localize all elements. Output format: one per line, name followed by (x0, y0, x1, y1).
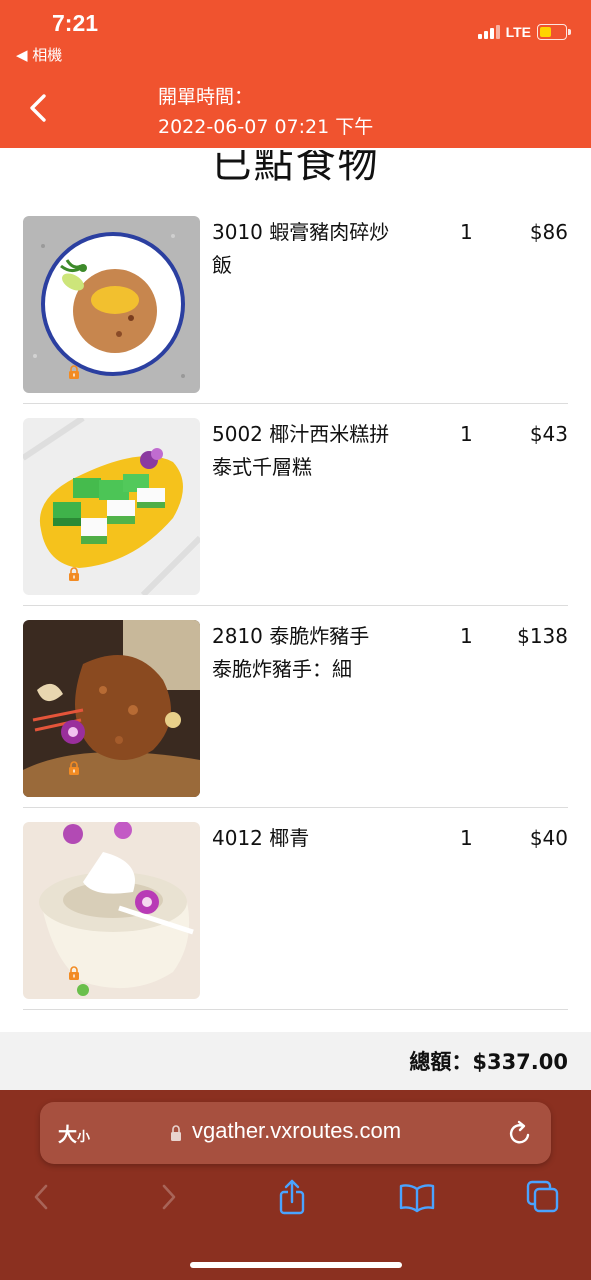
lock-icon (69, 567, 79, 581)
item-price: $40 (529, 826, 568, 850)
section-title: 已點食物 (0, 150, 591, 194)
item-name-line: 泰式千層糕 (212, 455, 312, 479)
item-name-line: 3010 蝦膏豬肉碎炒 (212, 220, 390, 244)
order-open-time-label: 開單時間： (158, 86, 254, 108)
order-open-time-value: 2022-06-07 07:21 下午 (158, 116, 374, 138)
item-name-line: 泰脆炸豬手：細 (212, 657, 352, 681)
order-total: 總額：$337.00 (409, 1050, 568, 1074)
browser-toolbar: 大小 vgather.vxroutes.com (0, 1090, 591, 1280)
item-name: 4012 椰青 (212, 822, 418, 855)
item-price: $43 (529, 422, 568, 446)
item-name-line: 2810 泰脆炸豬手 (212, 624, 370, 648)
item-quantity: 1 (460, 422, 473, 446)
network-type: LTE (505, 24, 531, 40)
book-icon[interactable] (398, 1178, 436, 1216)
back-arrow-icon[interactable] (22, 1178, 60, 1216)
layer-cake-photo (23, 418, 200, 595)
item-name: 5002 椰汁西米糕拼 泰式千層糕 (212, 418, 418, 484)
item-quantity: 1 (460, 220, 473, 244)
coconut-photo (23, 822, 200, 999)
lock-icon (171, 1125, 181, 1141)
lock-icon (69, 365, 79, 379)
list-item[interactable]: 4012 椰青 1 $40 (23, 808, 568, 1010)
item-name: 2810 泰脆炸豬手 泰脆炸豬手：細 (212, 620, 418, 686)
item-price: $138 (517, 624, 568, 648)
item-quantity: 1 (460, 826, 473, 850)
fried-rice-photo (23, 216, 200, 393)
status-time: 7:21 (52, 10, 99, 36)
pork-knuckle-photo (23, 620, 200, 797)
total-bar: 總額：$337.00 (0, 1032, 591, 1090)
item-name-line: 4012 椰青 (212, 826, 310, 850)
url-text[interactable]: vgather.vxroutes.com (192, 1118, 401, 1144)
tabs-icon[interactable] (524, 1178, 562, 1216)
list-item[interactable]: 2810 泰脆炸豬手 泰脆炸豬手：細 1 $138 (23, 606, 568, 808)
ordered-items-list: 3010 蝦膏豬肉碎炒 飯 1 $86 5002 椰汁西米糕拼 泰式千層糕 1 … (23, 202, 568, 1010)
lock-icon (69, 966, 79, 980)
forward-arrow-icon[interactable] (150, 1178, 188, 1216)
address-bar[interactable]: 大小 vgather.vxroutes.com (40, 1102, 551, 1164)
chevron-left-icon[interactable] (26, 88, 54, 128)
item-name-line: 飯 (212, 253, 232, 277)
item-name: 3010 蝦膏豬肉碎炒 飯 (212, 216, 418, 282)
item-price: $86 (529, 220, 568, 244)
text-size-button[interactable]: 大小 (58, 1120, 90, 1147)
battery-icon (537, 24, 571, 40)
text-size-big: 大 (58, 1124, 78, 1146)
reload-icon[interactable] (507, 1119, 533, 1147)
back-to-camera-link[interactable]: ◀ 相機 (16, 44, 62, 65)
order-open-time: 開單時間： 2022-06-07 07:21 下午 (158, 82, 373, 142)
app-header: 7:21 ◀ 相機 LTE 開單時間： 2022-06-07 07:21 下午 (0, 0, 591, 148)
text-size-small: 小 (77, 1130, 91, 1145)
lock-icon (69, 761, 79, 775)
home-indicator[interactable] (190, 1262, 402, 1268)
status-indicators: LTE (477, 24, 571, 40)
ordered-food-heading: 已點食物 (211, 150, 380, 187)
signal-icon (477, 25, 500, 39)
share-icon[interactable] (273, 1178, 311, 1216)
item-quantity: 1 (460, 624, 473, 648)
list-item[interactable]: 3010 蝦膏豬肉碎炒 飯 1 $86 (23, 202, 568, 404)
list-item[interactable]: 5002 椰汁西米糕拼 泰式千層糕 1 $43 (23, 404, 568, 606)
item-name-line: 5002 椰汁西米糕拼 (212, 422, 390, 446)
